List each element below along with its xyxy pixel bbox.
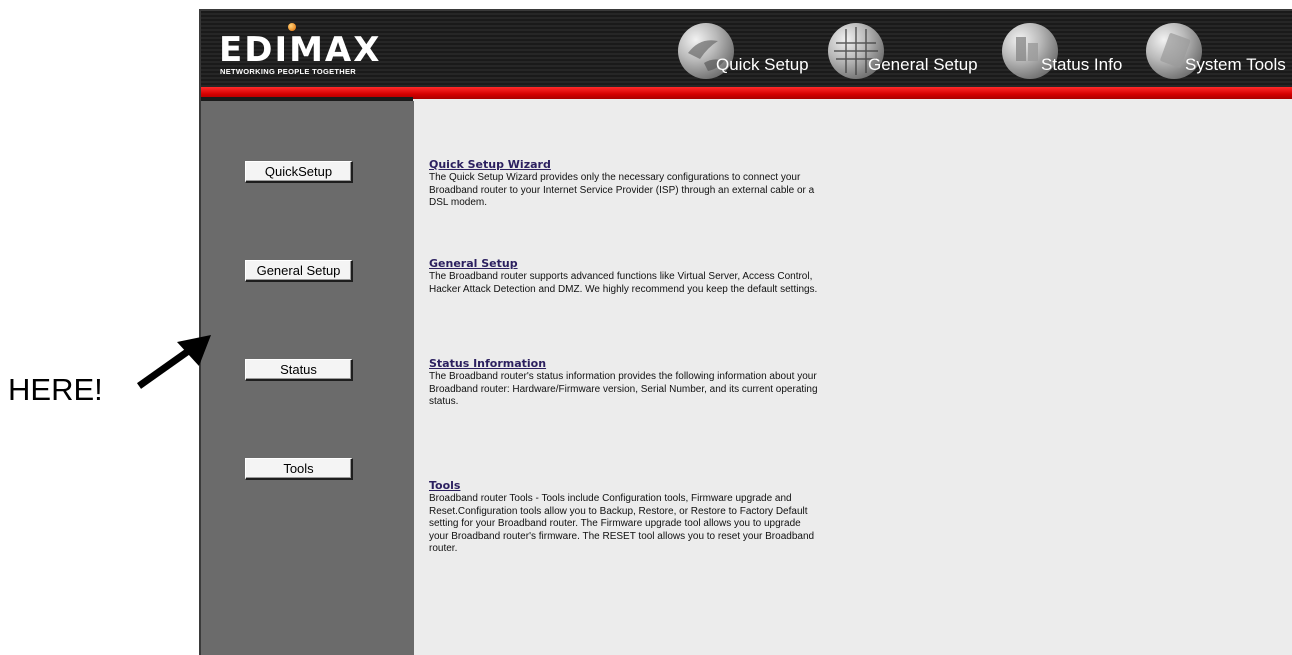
nav-label-status-info: Status Info — [1041, 55, 1123, 74]
router-admin-frame: EDIMAX NETWORKING PEOPLE TOGETHER Quick … — [199, 9, 1292, 655]
description-line: Broadband router Tools - Tools include C… — [429, 493, 792, 504]
annotation-arrow-icon — [136, 335, 211, 389]
annotation-here-label: HERE! — [8, 372, 103, 407]
quick-setup-wizard-link[interactable]: Quick Setup Wizard — [429, 158, 899, 171]
section-description: The Quick Setup Wizard provides only the… — [429, 172, 899, 210]
edimax-logo: EDIMAX NETWORKING PEOPLE TOGETHER — [219, 23, 419, 77]
description-line: The Broadband router supports advanced f… — [429, 271, 813, 282]
description-line: status. — [429, 396, 459, 407]
status-information-link[interactable]: Status Information — [429, 357, 899, 370]
nav-label-system-tools: System Tools — [1185, 55, 1286, 74]
section-tools: Tools Broadband router Tools - Tools inc… — [429, 479, 899, 556]
tools-link[interactable]: Tools — [429, 479, 899, 492]
description-line: your Broadband router's firmware. The RE… — [429, 530, 815, 542]
description-line: DSL modem. — [429, 197, 487, 208]
description-line: router. — [429, 543, 458, 554]
status-button[interactable]: Status — [245, 359, 353, 381]
description-line: setting for your Broadband router. The F… — [429, 518, 801, 529]
section-general-setup: General Setup The Broadband router suppo… — [429, 257, 899, 296]
quicksetup-button[interactable]: QuickSetup — [245, 161, 353, 183]
brand-tagline: NETWORKING PEOPLE TOGETHER — [220, 67, 357, 76]
tools-button[interactable]: Tools — [245, 458, 353, 480]
section-description: The Broadband router supports advanced f… — [429, 271, 899, 296]
general-setup-link[interactable]: General Setup — [429, 257, 899, 270]
nav-label-general-setup: General Setup — [868, 55, 978, 74]
description-line: Broadband router to your Internet Servic… — [429, 184, 815, 196]
description-line: The Broadband router's status informatio… — [429, 371, 817, 382]
general-setup-button[interactable]: General Setup — [245, 260, 353, 282]
main-content: Quick Setup Wizard The Quick Setup Wizar… — [414, 101, 1292, 655]
header-bar: EDIMAX NETWORKING PEOPLE TOGETHER Quick … — [201, 11, 1292, 89]
section-description: Broadband router Tools - Tools include C… — [429, 493, 899, 556]
description-line: Hacker Attack Detection and DMZ. We high… — [429, 283, 818, 295]
section-status-information: Status Information The Broadband router'… — [429, 357, 899, 409]
brand-name: EDIMAX — [219, 30, 382, 70]
nav-label-quick-setup: Quick Setup — [716, 55, 809, 74]
section-description: The Broadband router's status informatio… — [429, 371, 899, 409]
sidebar: QuickSetup General Setup Status Tools — [201, 101, 414, 655]
description-line: The Quick Setup Wizard provides only the… — [429, 172, 801, 183]
description-line: Broadband router: Hardware/Firmware vers… — [429, 383, 818, 395]
section-quick-setup-wizard: Quick Setup Wizard The Quick Setup Wizar… — [429, 158, 899, 210]
description-line: Reset.Configuration tools allow you to B… — [429, 505, 808, 517]
